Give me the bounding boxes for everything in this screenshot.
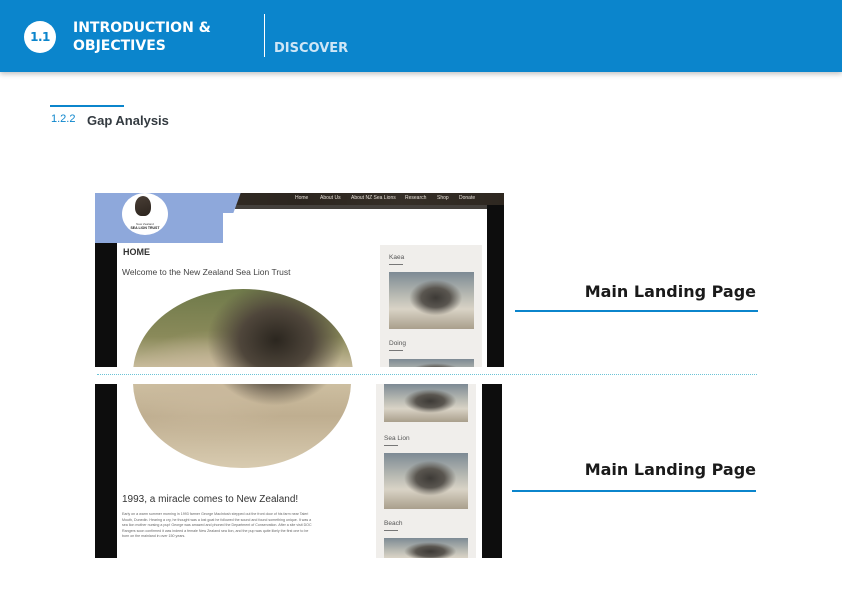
subsection-number: 1.2.2 (51, 113, 76, 125)
sidebar-thumbnail[interactable] (384, 538, 468, 558)
sidebar-underline (389, 350, 403, 351)
article-body: Early on a warm summer morning in 1993 f… (122, 512, 312, 540)
sidebar-thumbnail[interactable] (389, 272, 474, 329)
site-logo[interactable]: New Zealand SEA LION TRUST (122, 193, 168, 235)
caption-rule-bottom (512, 490, 756, 492)
hero-sea-lion-image (133, 289, 353, 367)
page-heading: HOME (123, 247, 150, 257)
nav-about-nz-sea-lions[interactable]: About NZ Sea Lions (351, 195, 396, 201)
section-separator (97, 374, 757, 375)
sea-lion-logo-icon (135, 196, 151, 216)
nav-about-us[interactable]: About Us (320, 195, 341, 201)
section-title-line-1: INTRODUCTION & (73, 20, 211, 36)
hero-sea-lion-image (133, 384, 351, 468)
nav-research[interactable]: Research (405, 195, 426, 201)
left-black-border (95, 384, 117, 558)
section-title-line-2: OBJECTIVES (73, 38, 166, 54)
subsection-rule (50, 105, 124, 107)
subsection-title: Gap Analysis (87, 113, 169, 128)
sidebar-label-beach: Beach (384, 520, 403, 527)
section-number-badge: 1.1 (24, 21, 56, 53)
nav-donate[interactable]: Donate (459, 195, 475, 201)
right-black-border (487, 205, 504, 367)
caption-rule-top (515, 310, 758, 312)
article-title: 1993, a miracle comes to New Zealand! (122, 494, 299, 505)
sidebar-underline (389, 264, 403, 265)
sidebar-label-kaea: Kaea (389, 254, 405, 261)
website-screenshot-top: Home About Us About NZ Sea Lions Researc… (95, 193, 504, 367)
article-line: born on the mainland in over 150 years. (122, 534, 186, 538)
left-black-border (95, 243, 117, 367)
section-title: INTRODUCTION & OBJECTIVES (73, 19, 253, 55)
right-black-border (482, 384, 502, 558)
article-line: sea lion mother nursing a pup! George wa… (122, 523, 312, 527)
sidebar-thumbnail[interactable] (384, 384, 468, 422)
nav-shop[interactable]: Shop (437, 195, 449, 201)
tab-discover[interactable]: DISCOVER (274, 41, 348, 56)
caption-main-landing-page-top: Main Landing Page (584, 282, 756, 301)
header-divider (264, 14, 265, 57)
logo-text: SEA LION TRUST (130, 226, 160, 230)
nav-home[interactable]: Home (295, 195, 308, 201)
sidebar-thumbnail[interactable] (384, 453, 468, 509)
sidebar-label-doing: Doing (389, 340, 406, 347)
caption-main-landing-page-bottom: Main Landing Page (584, 460, 756, 479)
sidebar-thumbnail[interactable] (389, 359, 474, 367)
article-line: Early on a warm summer morning in 1993 f… (122, 512, 309, 516)
sidebar-label-sea-lion: Sea Lion (384, 435, 410, 442)
welcome-text: Welcome to the New Zealand Sea Lion Trus… (122, 267, 291, 277)
top-header-bar: 1.1 INTRODUCTION & OBJECTIVES DISCOVER (0, 0, 842, 72)
website-screenshot-bottom: 1993, a miracle comes to New Zealand! Ea… (95, 384, 502, 558)
sidebar-underline (384, 445, 398, 446)
sidebar-underline (384, 530, 398, 531)
